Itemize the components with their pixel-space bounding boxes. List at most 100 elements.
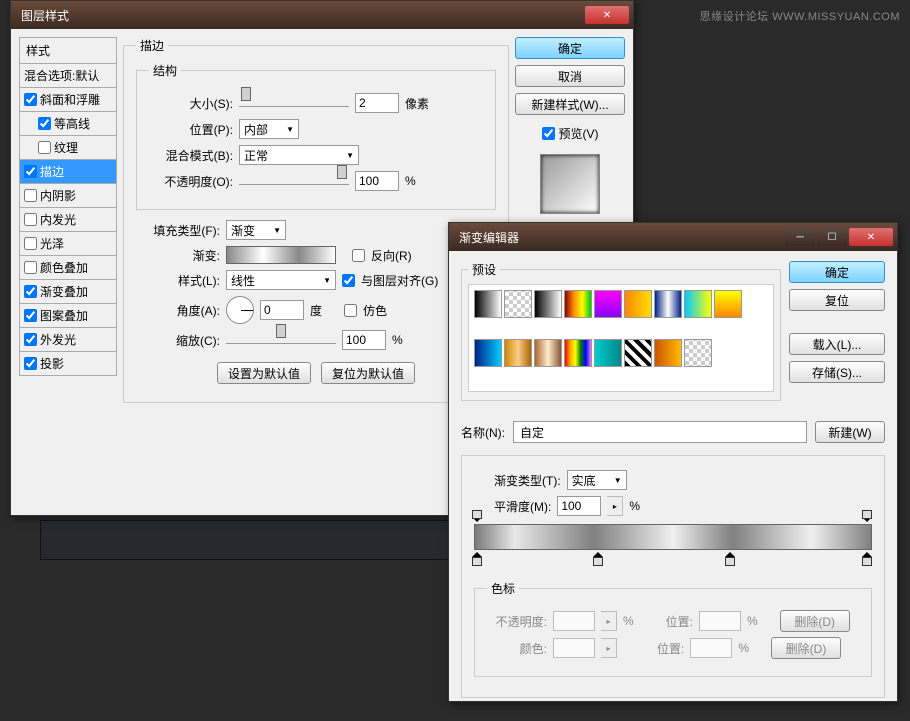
close-button[interactable]: ✕ — [585, 6, 629, 24]
cs-color-arrow[interactable]: ▸ — [601, 638, 617, 658]
opacity-slider[interactable] — [239, 171, 349, 185]
style-dropdown[interactable]: 线性▼ — [226, 270, 336, 290]
ge-reset-button[interactable]: 复位 — [789, 289, 885, 311]
style-checkbox[interactable] — [24, 261, 37, 274]
gradient-label: 渐变: — [136, 247, 220, 264]
preset-swatch-2[interactable] — [534, 290, 562, 318]
styles-header[interactable]: 样式 — [19, 37, 117, 64]
style-item-3[interactable]: 描边 — [19, 160, 117, 184]
style-item-6[interactable]: 光泽 — [19, 232, 117, 256]
opacity-stop[interactable] — [862, 512, 874, 524]
preset-swatch-0[interactable] — [474, 290, 502, 318]
cs-opacity-input[interactable] — [553, 611, 595, 631]
preset-swatch-1[interactable] — [504, 290, 532, 318]
maximize-button[interactable]: ☐ — [817, 228, 847, 246]
cs-delete2-button[interactable]: 删除(D) — [771, 637, 841, 659]
new-button[interactable]: 新建(W) — [815, 421, 885, 443]
filltype-dropdown[interactable]: 渐变▼ — [226, 220, 286, 240]
style-checkbox[interactable] — [24, 333, 37, 346]
reverse-checkbox[interactable] — [352, 249, 365, 262]
style-item-10[interactable]: 外发光 — [19, 328, 117, 352]
size-slider[interactable] — [239, 93, 349, 107]
ok-button[interactable]: 确定 — [515, 37, 625, 59]
style-checkbox[interactable] — [38, 141, 51, 154]
blend-dropdown[interactable]: 正常▼ — [239, 145, 359, 165]
size-input[interactable] — [355, 93, 399, 113]
style-item-4[interactable]: 内阴影 — [19, 184, 117, 208]
style-item-2[interactable]: 纹理 — [19, 136, 117, 160]
position-dropdown[interactable]: 内部▼ — [239, 119, 299, 139]
preset-swatch-9[interactable] — [474, 339, 502, 367]
preset-swatch-3[interactable] — [564, 290, 592, 318]
name-input[interactable] — [513, 421, 807, 443]
color-stop[interactable] — [472, 552, 484, 564]
ge-ok-button[interactable]: 确定 — [789, 261, 885, 283]
scale-input[interactable] — [342, 330, 386, 350]
reset-default-button[interactable]: 复位为默认值 — [321, 362, 415, 384]
preset-swatch-16[interactable] — [684, 339, 712, 367]
ge-titlebar[interactable]: 渐变编辑器 ─ ☐ ✕ — [449, 223, 897, 251]
ge-load-button[interactable]: 载入(L)... — [789, 333, 885, 355]
style-checkbox[interactable] — [24, 309, 37, 322]
style-label: 斜面和浮雕 — [40, 91, 100, 108]
style-item-7[interactable]: 颜色叠加 — [19, 256, 117, 280]
style-checkbox[interactable] — [24, 93, 37, 106]
preset-swatch-5[interactable] — [624, 290, 652, 318]
opacity-label: 不透明度(O): — [149, 173, 233, 190]
style-checkbox[interactable] — [24, 189, 37, 202]
layer-titlebar[interactable]: 图层样式 ✕ — [11, 1, 633, 29]
opacity-stop[interactable] — [472, 512, 484, 524]
filltype-label: 填充类型(F): — [136, 222, 220, 239]
cs-position2-input[interactable] — [690, 638, 732, 658]
gradient-bar[interactable] — [474, 524, 872, 550]
blending-options-row[interactable]: 混合选项:默认 — [19, 64, 117, 88]
minimize-button[interactable]: ─ — [785, 228, 815, 246]
cs-color-swatch[interactable] — [553, 638, 595, 658]
ge-close-button[interactable]: ✕ — [849, 228, 893, 246]
style-checkbox[interactable] — [24, 357, 37, 370]
set-default-button[interactable]: 设置为默认值 — [217, 362, 311, 384]
preset-swatch-15[interactable] — [654, 339, 682, 367]
preview-checkbox[interactable] — [542, 127, 555, 140]
style-checkbox[interactable] — [38, 117, 51, 130]
preset-swatch-13[interactable] — [594, 339, 622, 367]
style-item-5[interactable]: 内发光 — [19, 208, 117, 232]
preset-swatch-6[interactable] — [654, 290, 682, 318]
scale-slider[interactable] — [226, 330, 336, 344]
preset-swatch-14[interactable] — [624, 339, 652, 367]
color-stop[interactable] — [725, 552, 737, 564]
angle-input[interactable] — [260, 300, 304, 320]
cs-position-input[interactable] — [699, 611, 741, 631]
cs-opacity-arrow[interactable]: ▸ — [601, 611, 617, 631]
gradient-preview[interactable] — [226, 246, 336, 264]
smoothness-input[interactable] — [557, 496, 601, 516]
angle-dial[interactable] — [226, 296, 254, 324]
style-checkbox[interactable] — [24, 237, 37, 250]
cs-delete-button[interactable]: 删除(D) — [780, 610, 850, 632]
style-item-0[interactable]: 斜面和浮雕 — [19, 88, 117, 112]
ge-title: 渐变编辑器 — [459, 229, 519, 246]
style-item-1[interactable]: 等高线 — [19, 112, 117, 136]
style-checkbox[interactable] — [24, 165, 37, 178]
style-item-9[interactable]: 图案叠加 — [19, 304, 117, 328]
preset-swatch-8[interactable] — [714, 290, 742, 318]
preset-swatch-11[interactable] — [534, 339, 562, 367]
opacity-input[interactable] — [355, 171, 399, 191]
cancel-button[interactable]: 取消 — [515, 65, 625, 87]
dither-checkbox[interactable] — [344, 304, 357, 317]
style-checkbox[interactable] — [24, 213, 37, 226]
new-style-button[interactable]: 新建样式(W)... — [515, 93, 625, 115]
color-stop[interactable] — [593, 552, 605, 564]
style-item-11[interactable]: 投影 — [19, 352, 117, 376]
preset-swatch-12[interactable] — [564, 339, 592, 367]
smoothness-arrow[interactable]: ▸ — [607, 496, 623, 516]
preset-swatch-7[interactable] — [684, 290, 712, 318]
ge-save-button[interactable]: 存储(S)... — [789, 361, 885, 383]
style-checkbox[interactable] — [24, 285, 37, 298]
color-stop[interactable] — [862, 552, 874, 564]
style-item-8[interactable]: 渐变叠加 — [19, 280, 117, 304]
align-checkbox[interactable] — [342, 274, 355, 287]
preset-swatch-10[interactable] — [504, 339, 532, 367]
type-dropdown[interactable]: 实底▼ — [567, 470, 627, 490]
preset-swatch-4[interactable] — [594, 290, 622, 318]
